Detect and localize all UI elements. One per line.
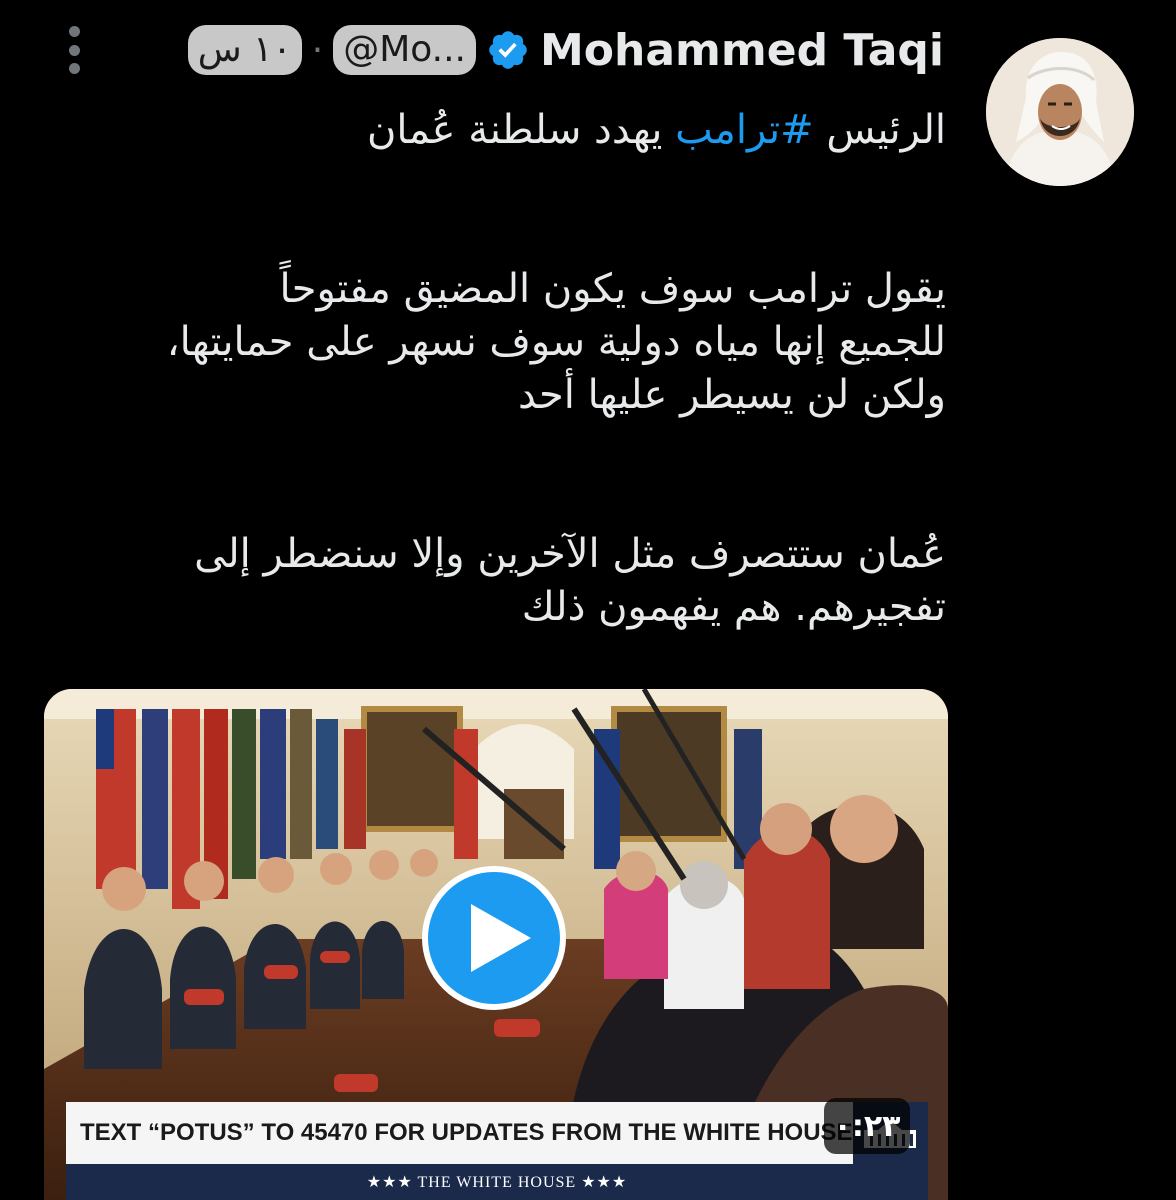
- tweet-paragraph-2-line-2: للجميع إنها مياه دولية سوف نسهر على حماي…: [166, 319, 946, 365]
- tweet-line-1-start: الرئيس: [813, 107, 946, 153]
- banner-text: TEXT “POTUS” TO 45470 FOR UPDATES FROM T…: [80, 1119, 853, 1146]
- tweet-paragraph-2-line-3: ولكن لن يسيطر عليها أحد: [518, 372, 946, 418]
- author-handle[interactable]: @Mo...: [333, 25, 476, 75]
- hashtag-link[interactable]: #ترامب: [675, 107, 814, 153]
- tweet-header: Mohammed Taqi @Mo... · ١٠ س: [187, 20, 944, 80]
- tweet-line-1: الرئيس #ترامب يهدد سلطنة عُمان: [46, 104, 946, 157]
- tweet-paragraph-3-line-2: تفجيرهم. هم يفهمون ذلك: [521, 584, 946, 630]
- play-icon[interactable]: [422, 866, 566, 1010]
- tweet: Mohammed Taqi @Mo... · ١٠ س الرئيس #ترام…: [0, 0, 1176, 1200]
- tweet-line-1-end: يهدد سلطنة عُمان: [366, 107, 676, 153]
- more-options-icon[interactable]: [56, 26, 92, 74]
- author-name[interactable]: Mohammed Taqi: [540, 25, 944, 76]
- tweet-paragraph-3-line-1: عُمان ستتصرف مثل الآخرين وإلا سنضطر إلى: [194, 531, 946, 577]
- banner-subtitle: ★★★ THE WHITE HOUSE ★★★: [66, 1164, 928, 1200]
- tweet-paragraph-2-line-1: يقول ترامب سوف يكون المضيق مفتوحاً: [279, 266, 946, 312]
- avatar[interactable]: [986, 38, 1134, 186]
- video-duration: ٠:٢٣: [824, 1098, 910, 1154]
- verified-badge-icon: [489, 31, 527, 69]
- tweet-time[interactable]: ١٠ س: [187, 25, 302, 75]
- tweet-text: الرئيس #ترامب يهدد سلطنة عُمان يقول ترام…: [46, 104, 946, 634]
- video-banner: TEXT “POTUS” TO 45470 FOR UPDATES FROM T…: [66, 1102, 928, 1164]
- header-separator: ·: [311, 29, 324, 71]
